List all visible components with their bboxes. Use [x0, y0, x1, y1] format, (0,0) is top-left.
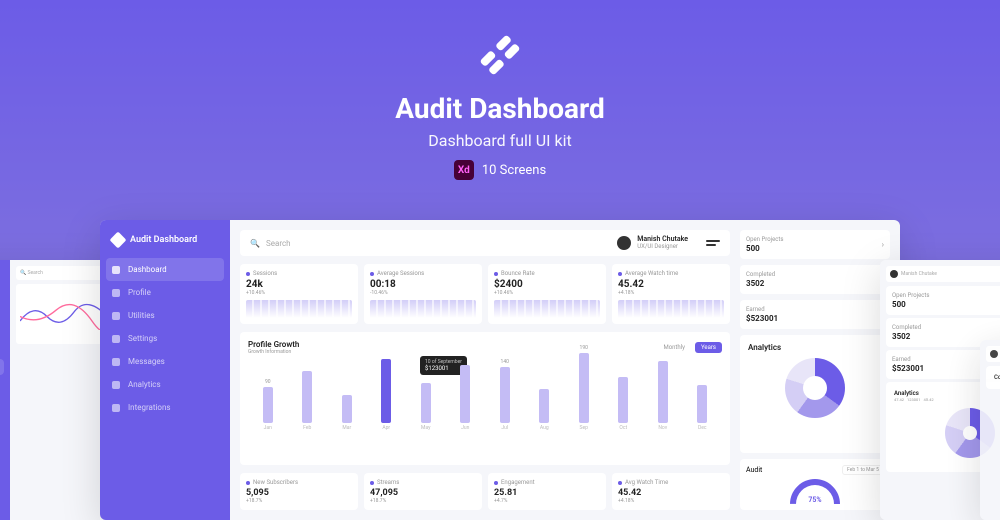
user-role: UX/UI Designer: [637, 244, 688, 251]
stat-avg-sessions[interactable]: Average Sessions00:18-10.46%: [364, 264, 482, 324]
stat-streams[interactable]: Streams47,095+18.7%: [364, 473, 482, 510]
chart-title: Profile Growth: [248, 340, 299, 349]
nav-analytics[interactable]: Analytics: [100, 373, 230, 396]
preview-screen-main: Audit Dashboard Dashboard Profile Utilit…: [100, 220, 900, 520]
sidebar: Audit Dashboard Dashboard Profile Utilit…: [100, 220, 230, 520]
utilities-icon: [112, 312, 120, 320]
stat-bounce[interactable]: Bounce Rate$2400+10.46%: [488, 264, 606, 324]
topbar: 🔍Search Manish ChutakeUX/UI Designer: [240, 230, 730, 256]
pie-chart: [785, 358, 845, 418]
nav-profile[interactable]: Profile: [100, 281, 230, 304]
preview-screen-far-right: Manish Chutake Congress: [980, 340, 1000, 520]
nav-utilities[interactable]: Utilities: [100, 304, 230, 327]
side-earned[interactable]: Earned$523001›: [740, 300, 890, 329]
stat-watch-time[interactable]: Average Watch time45.42+4.18%: [612, 264, 730, 324]
audit-card: AuditFeb 1 to Mar 5 75%: [740, 459, 890, 510]
stats-row: Sessions24k+10.46% Average Sessions00:18…: [240, 264, 730, 324]
date-range-picker[interactable]: Feb 1 to Mar 5: [842, 465, 884, 475]
avatar: [617, 236, 631, 250]
integrations-icon: [112, 404, 120, 412]
nav-messages[interactable]: Messages: [100, 350, 230, 373]
stat-subscribers[interactable]: New Subscribers5,095+18.7%: [240, 473, 358, 510]
brand: Audit Dashboard: [100, 230, 230, 258]
stat-engagement[interactable]: Engagement25.81+4.7%: [488, 473, 606, 510]
xd-badge-icon: Xd: [454, 160, 474, 180]
brand-icon: [110, 232, 127, 249]
nav-settings[interactable]: Settings: [100, 327, 230, 350]
analytics-card: Analytics: [740, 335, 890, 453]
hero-subtitle: Dashboard full UI kit: [0, 131, 1000, 150]
stat-sessions[interactable]: Sessions24k+10.46%: [240, 264, 358, 324]
messages-icon: [112, 358, 120, 366]
screens-count: 10 Screens: [482, 163, 546, 178]
analytics-icon: [112, 381, 120, 389]
search-input[interactable]: 🔍Search: [250, 239, 291, 248]
nav-dashboard[interactable]: Dashboard: [106, 258, 224, 281]
logo-icon: [475, 30, 525, 80]
menu-icon[interactable]: [706, 240, 720, 246]
side-completed[interactable]: Completed3502›: [740, 265, 890, 294]
profile-icon: [112, 289, 120, 297]
search-icon: 🔍: [250, 239, 260, 248]
stat-avg-watch[interactable]: Avg Watch Time45.42+4.18%: [612, 473, 730, 510]
tab-years[interactable]: Years: [695, 342, 722, 353]
user-menu[interactable]: Manish ChutakeUX/UI Designer: [617, 236, 720, 250]
nav-integrations[interactable]: Integrations: [100, 396, 230, 419]
settings-icon: [112, 335, 120, 343]
gauge-chart: 75%: [790, 479, 840, 504]
tab-monthly[interactable]: Monthly: [657, 342, 691, 353]
side-open-projects[interactable]: Open Projects500›: [740, 230, 890, 259]
bottom-stats: New Subscribers5,095+18.7% Streams47,095…: [240, 473, 730, 510]
hero-title: Audit Dashboard: [0, 92, 1000, 125]
chevron-right-icon: ›: [882, 240, 884, 249]
dashboard-icon: [112, 266, 120, 274]
profile-growth-chart: Profile GrowthGrowth Information Monthly…: [240, 332, 730, 465]
